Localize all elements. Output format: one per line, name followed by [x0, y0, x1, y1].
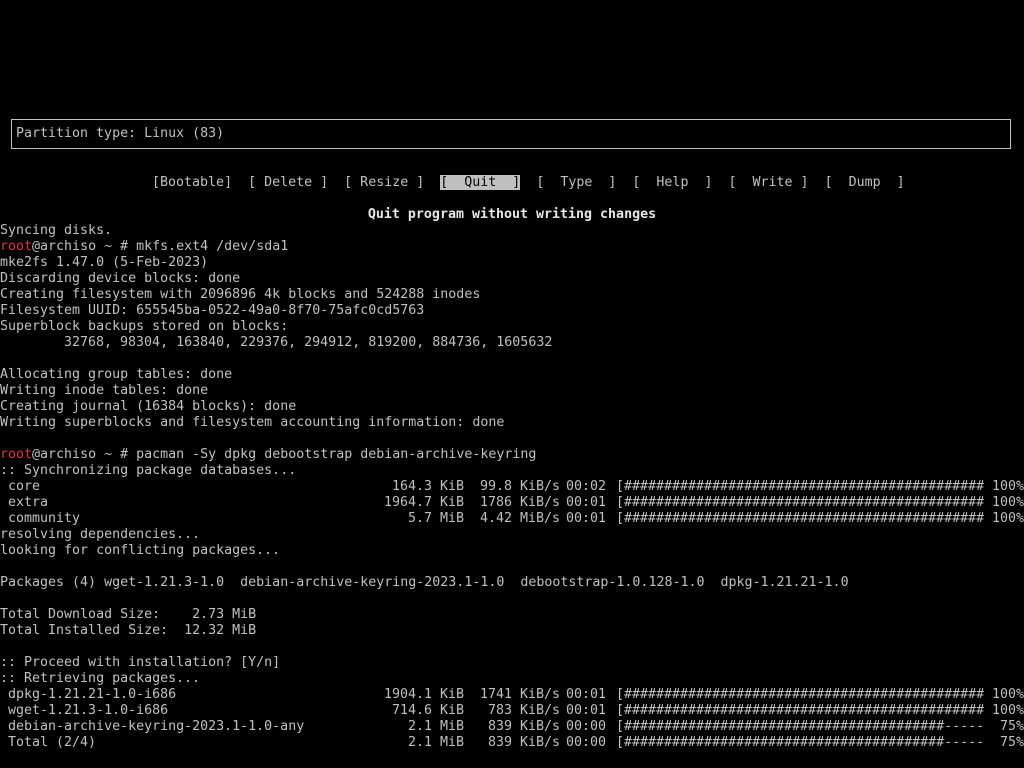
db_rows-size: 164.3 KiB — [391, 479, 464, 494]
terminal-line: Packages (4) wget-1.21.3-1.0 debian-arch… — [0, 575, 849, 590]
db_rows-bar: [#######################################… — [616, 495, 984, 510]
db_rows-size: 1964.7 KiB — [384, 495, 464, 510]
pkg_rows-size: 2.1 MiB — [407, 735, 464, 750]
command-text: mkfs.ext4 /dev/sda1 — [136, 239, 289, 254]
menu-help[interactable]: [ Help ] — [632, 175, 712, 190]
db_rows-time: 00:01 — [566, 511, 607, 526]
pkg_rows-bar: [#######################################… — [616, 687, 984, 702]
pkg_rows-time: 00:01 — [566, 687, 607, 702]
terminal-line: Superblock backups stored on blocks: — [0, 319, 289, 334]
pkg_rows-name: debian-archive-keyring-2023.1-1.0-any — [8, 719, 305, 734]
terminal-line: :: Proceed with installation? [Y/n] — [0, 655, 281, 670]
terminal-line: Writing superblocks and filesystem accou… — [0, 415, 505, 430]
db_rows-pct: 100% — [991, 495, 1024, 510]
pkg_rows-speed: 1741 KiB/s — [471, 687, 560, 702]
db_rows-bar: [#######################################… — [616, 511, 984, 526]
pkg_rows-time: 00:00 — [566, 719, 607, 734]
menu-quit[interactable]: [ Quit ] — [440, 175, 521, 190]
terminal-line: :: Synchronizing package databases... — [0, 463, 297, 478]
db_rows-name: community — [8, 511, 81, 526]
db_rows-time: 00:02 — [566, 479, 607, 494]
pkg_rows-bar: [#######################################… — [616, 719, 984, 734]
pkg_rows-name: Total (2/4) — [8, 735, 97, 750]
terminal-line: Total Installed Size: 12.32 MiB — [0, 623, 257, 638]
terminal-line: Syncing disks. — [0, 223, 113, 238]
pkg_rows-speed: 783 KiB/s — [471, 703, 560, 718]
prompt-host: @archiso ~ # — [32, 239, 137, 254]
pkg_rows-pct: 100% — [991, 687, 1024, 702]
terminal-line: Discarding device blocks: done — [0, 271, 241, 286]
pkg_rows-time: 00:01 — [566, 703, 607, 718]
pkg_rows-speed: 839 KiB/s — [471, 735, 560, 750]
shell-prompt-line[interactable]: root@archiso ~ # pacman -Sy dpkg deboots… — [0, 447, 536, 463]
shell-prompt-line[interactable]: root@archiso ~ # mkfs.ext4 /dev/sda1 — [0, 239, 288, 255]
terminal-line: Creating filesystem with 2096896 4k bloc… — [0, 287, 481, 302]
db_rows-speed: 99.8 KiB/s — [471, 479, 560, 494]
menu-delete[interactable]: [ Delete ] — [248, 175, 328, 190]
terminal-line: Filesystem UUID: 655545ba-0522-49a0-8f70… — [0, 303, 425, 318]
pkg_rows-size: 714.6 KiB — [391, 703, 464, 718]
db_rows-size: 5.7 MiB — [407, 511, 464, 526]
terminal-line: mke2fs 1.47.0 (5-Feb-2023) — [0, 255, 209, 270]
prompt-host: @archiso ~ # — [32, 447, 137, 462]
menu-dump[interactable]: [ Dump ] — [825, 175, 905, 190]
menu-resize[interactable]: [ Resize ] — [344, 175, 424, 190]
menu-type[interactable]: [ Type ] — [536, 175, 616, 190]
db_rows-name: extra — [8, 495, 49, 510]
pkg_rows-bar: [#######################################… — [616, 735, 984, 750]
pkg_rows-pct: 75% — [991, 735, 1024, 750]
db_rows-speed: 4.42 MiB/s — [471, 511, 560, 526]
db_rows-name: core — [8, 479, 41, 494]
menu-bootable[interactable]: [Bootable] — [152, 175, 232, 190]
prompt-user: root — [0, 239, 33, 254]
cfdisk-menu-bar: [Bootable] [ Delete ] [ Resize ] [ Quit … — [136, 159, 905, 190]
pkg_rows-name: wget-1.21.3-1.0-i686 — [8, 703, 169, 718]
pkg_rows-size: 2.1 MiB — [407, 719, 464, 734]
terminal-line: resolving dependencies... — [0, 527, 201, 542]
terminal-line: Allocating group tables: done — [0, 367, 233, 382]
terminal-line: Creating journal (16384 blocks): done — [0, 399, 297, 414]
menu-write[interactable]: [ Write ] — [728, 175, 808, 190]
partition-type-box: Partition type: Linux (83) — [11, 119, 1011, 149]
pkg_rows-pct: 100% — [991, 703, 1024, 718]
terminal-line: Writing inode tables: done — [0, 383, 209, 398]
pkg_rows-bar: [#######################################… — [616, 703, 984, 718]
db_rows-speed: 1786 KiB/s — [471, 495, 560, 510]
pkg_rows-size: 1904.1 KiB — [384, 687, 464, 702]
db_rows-pct: 100% — [991, 479, 1024, 494]
terminal-line: Total Download Size: 2.73 MiB — [0, 607, 257, 622]
command-text: pacman -Sy dpkg debootstrap debian-archi… — [136, 447, 537, 462]
db_rows-time: 00:01 — [566, 495, 607, 510]
pkg_rows-pct: 75% — [991, 719, 1024, 734]
pkg_rows-name: dpkg-1.21.21-1.0-i686 — [8, 687, 177, 702]
terminal-line: 32768, 98304, 163840, 229376, 294912, 81… — [64, 335, 553, 350]
pkg_rows-time: 00:00 — [566, 735, 607, 750]
terminal-line: :: Retrieving packages... — [0, 671, 201, 686]
partition-type-label: Partition type: Linux (83) — [16, 126, 225, 141]
prompt-user: root — [0, 447, 33, 462]
pkg_rows-speed: 839 KiB/s — [471, 719, 560, 734]
db_rows-bar: [#######################################… — [616, 479, 984, 494]
menu-status-text: Quit program without writing changes — [367, 207, 657, 222]
terminal-line: looking for conflicting packages... — [0, 543, 281, 558]
db_rows-pct: 100% — [991, 511, 1024, 526]
